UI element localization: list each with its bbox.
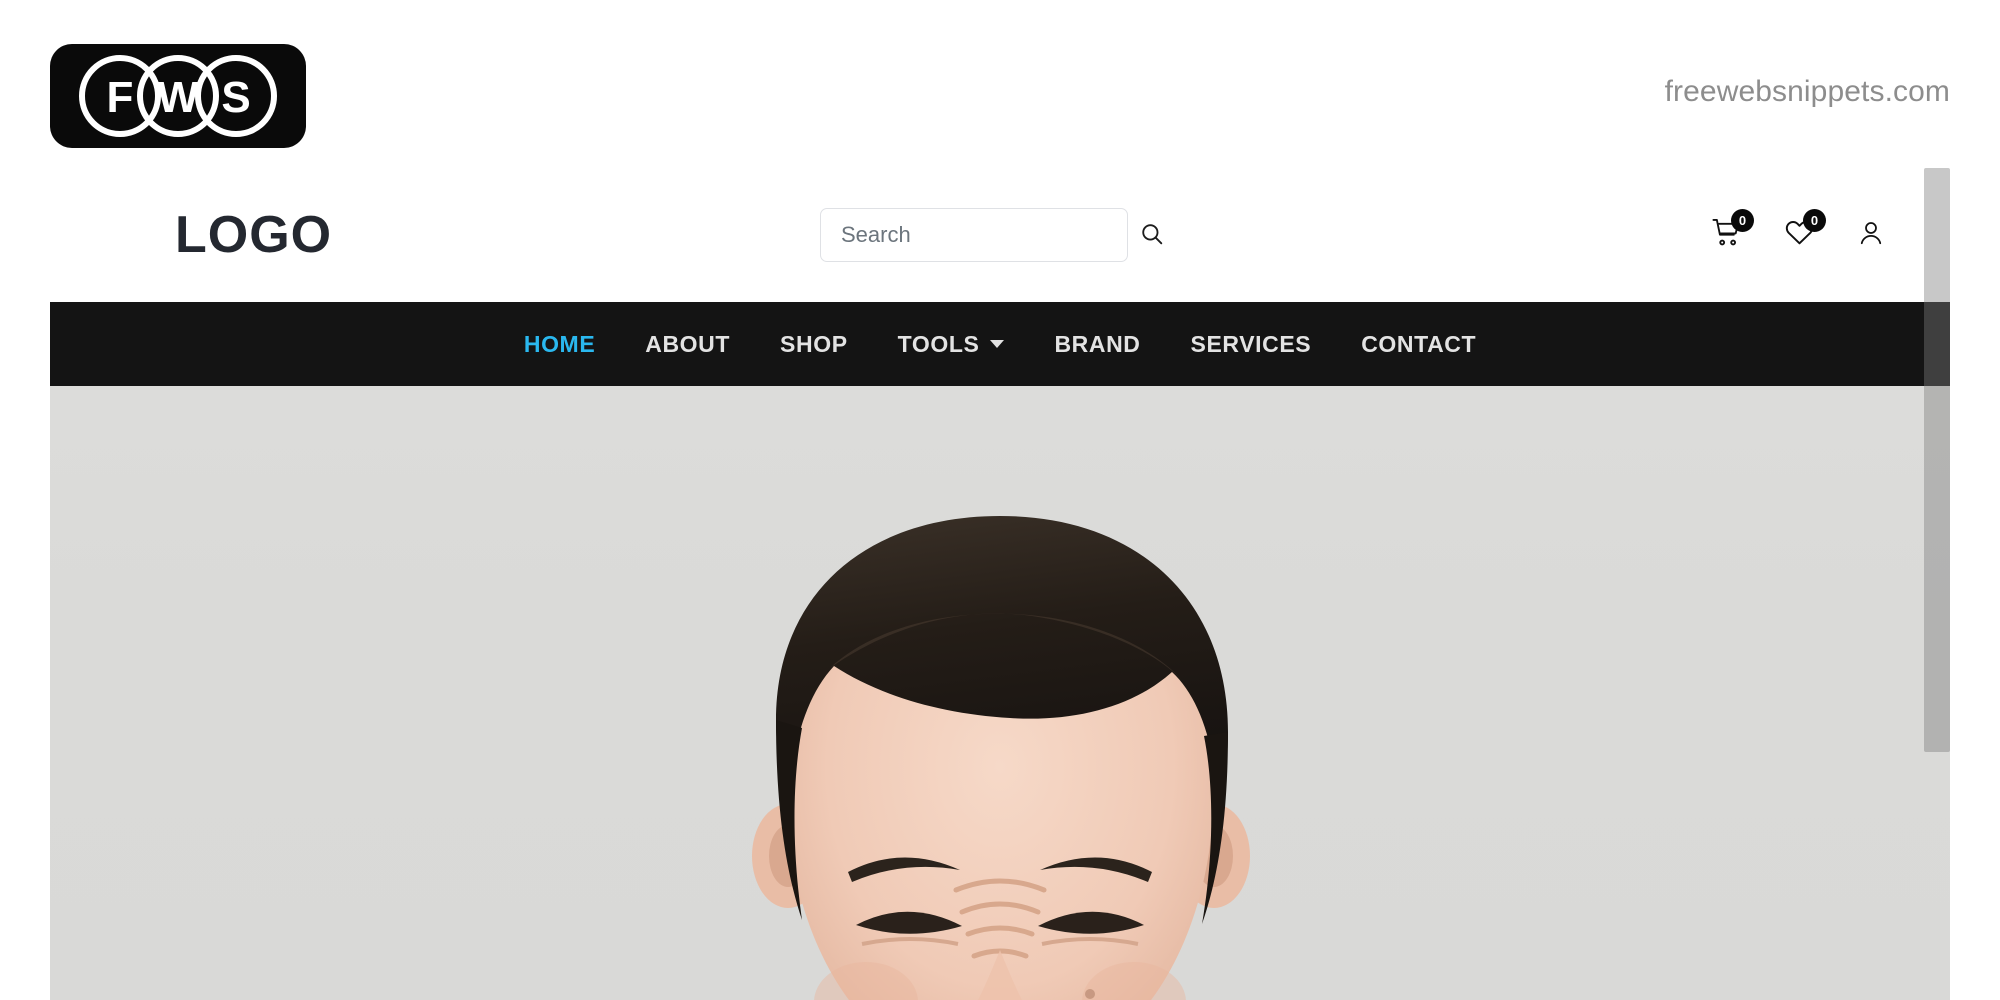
fws-logo-mark: F W S (50, 44, 306, 148)
site-logo[interactable]: LOGO (175, 209, 332, 261)
vertical-scrollbar-thumb[interactable] (1924, 168, 1950, 752)
nav-label: CONTACT (1361, 330, 1477, 357)
nav-item-home[interactable]: HOME (499, 331, 620, 358)
header-actions: 0 0 (1708, 209, 1890, 255)
hero-banner (50, 386, 1950, 1000)
search-submit-button[interactable] (1139, 209, 1165, 261)
nav-item-contact[interactable]: CONTACT (1336, 331, 1501, 358)
svg-text:W: W (157, 73, 199, 122)
nav-label: SHOP (780, 330, 848, 357)
nav-label: TOOLS (897, 330, 980, 357)
nav-label: SERVICES (1190, 330, 1312, 357)
hero-image (752, 516, 1250, 1000)
svg-text:S: S (221, 73, 250, 122)
search-icon (1139, 221, 1165, 250)
nav-label: BRAND (1054, 330, 1141, 357)
branding-strip: F W S freewebsnippets.com (0, 0, 2000, 168)
site-domain-label: freewebsnippets.com (1664, 75, 1950, 108)
nav-label: ABOUT (645, 330, 731, 357)
wishlist-count-badge: 0 (1803, 209, 1826, 232)
nav-item-brand[interactable]: BRAND (1029, 331, 1165, 358)
nav-label: HOME (523, 330, 596, 357)
cart-count-badge: 0 (1731, 209, 1754, 232)
wishlist-button[interactable]: 0 (1780, 209, 1826, 255)
account-button[interactable] (1852, 215, 1890, 255)
nav-item-services[interactable]: SERVICES (1166, 331, 1337, 358)
nav-item-shop[interactable]: SHOP (755, 331, 873, 358)
site-header: LOGO Search 0 0 (50, 168, 1950, 302)
main-navigation: HOME ABOUT SHOP TOOLS BRAND SERVICES CON… (50, 302, 1950, 386)
cart-button[interactable]: 0 (1708, 209, 1754, 255)
nav-item-about[interactable]: ABOUT (620, 331, 755, 358)
search-bar[interactable] (820, 208, 1163, 262)
vertical-scrollbar-track[interactable] (1924, 168, 1950, 1000)
site-preview-frame: LOGO Search 0 0 HOME ABOUT SHOP TOOLS BR… (50, 168, 1950, 1000)
search-input[interactable] (821, 222, 1139, 248)
nav-item-tools[interactable]: TOOLS (873, 331, 1030, 358)
svg-text:F: F (107, 73, 134, 122)
chevron-down-icon (990, 340, 1005, 348)
nav-list: HOME ABOUT SHOP TOOLS BRAND SERVICES CON… (499, 331, 1501, 358)
user-icon (1856, 218, 1886, 253)
